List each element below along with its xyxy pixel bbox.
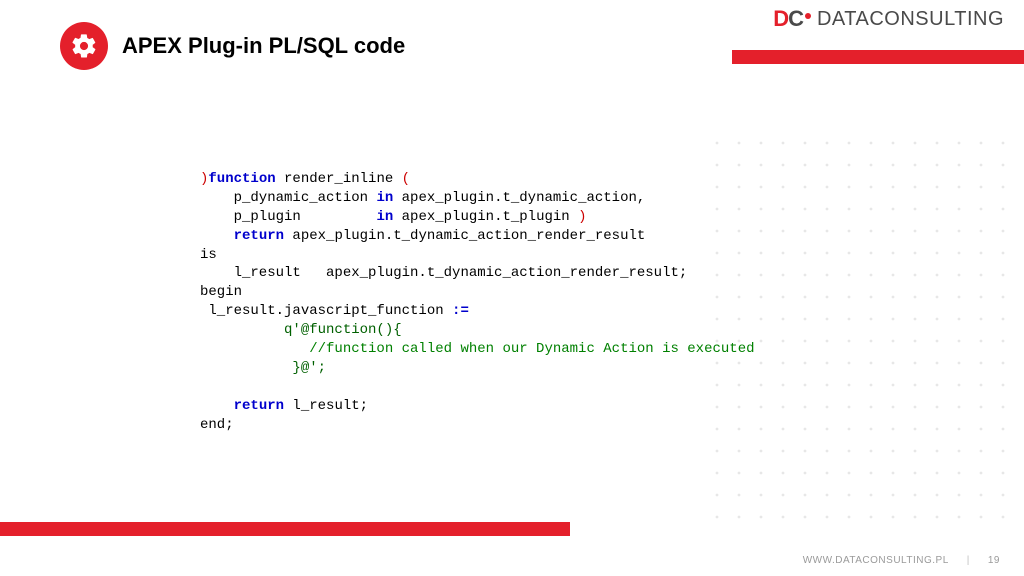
accent-bar-bottom — [0, 522, 570, 536]
gears-icon — [60, 22, 108, 70]
slide-footer: WWW.DATACONSULTING.PL | 19 — [803, 555, 1000, 566]
code-block: )function render_inline ( p_dynamic_acti… — [200, 170, 755, 434]
decorative-dot-grid — [714, 140, 1014, 520]
slide-title: APEX Plug-in PL/SQL code — [122, 33, 405, 59]
dot-icon — [805, 13, 811, 19]
logo-mark: DC — [773, 6, 811, 32]
logo-text: DATACONSULTING — [817, 8, 1004, 31]
brand-logo: DC DATACONSULTING — [773, 6, 1004, 32]
accent-bar-top — [732, 50, 1024, 64]
separator: | — [967, 555, 970, 566]
footer-url: WWW.DATACONSULTING.PL — [803, 555, 949, 566]
slide-header: APEX Plug-in PL/SQL code — [60, 22, 405, 70]
page-number: 19 — [988, 555, 1000, 566]
